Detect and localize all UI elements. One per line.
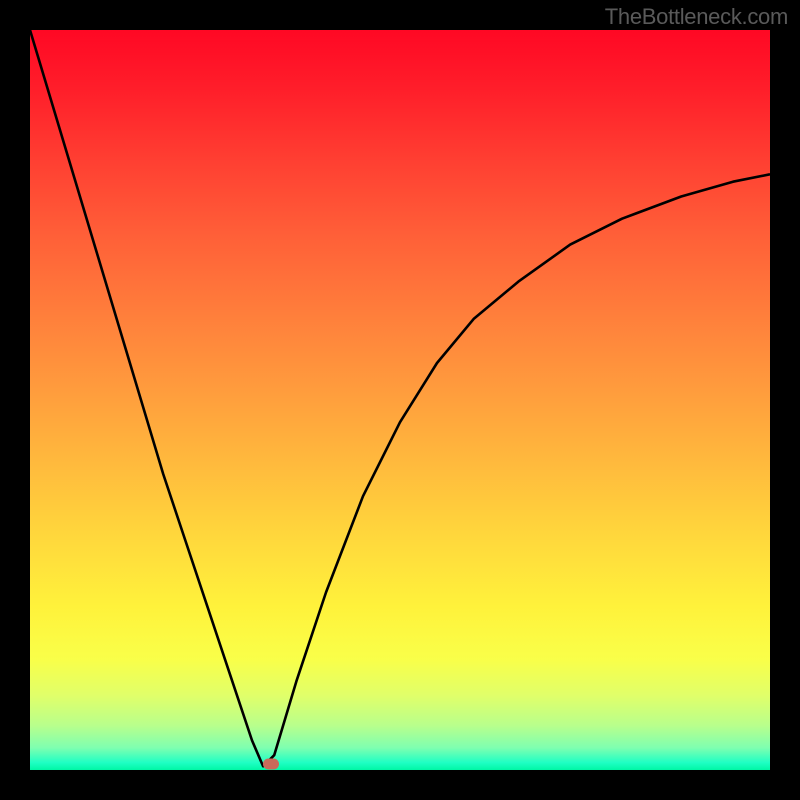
min-marker [263, 759, 279, 770]
watermark-text: TheBottleneck.com [605, 4, 788, 30]
bottleneck-curve [30, 30, 770, 770]
plot-area [30, 30, 770, 770]
